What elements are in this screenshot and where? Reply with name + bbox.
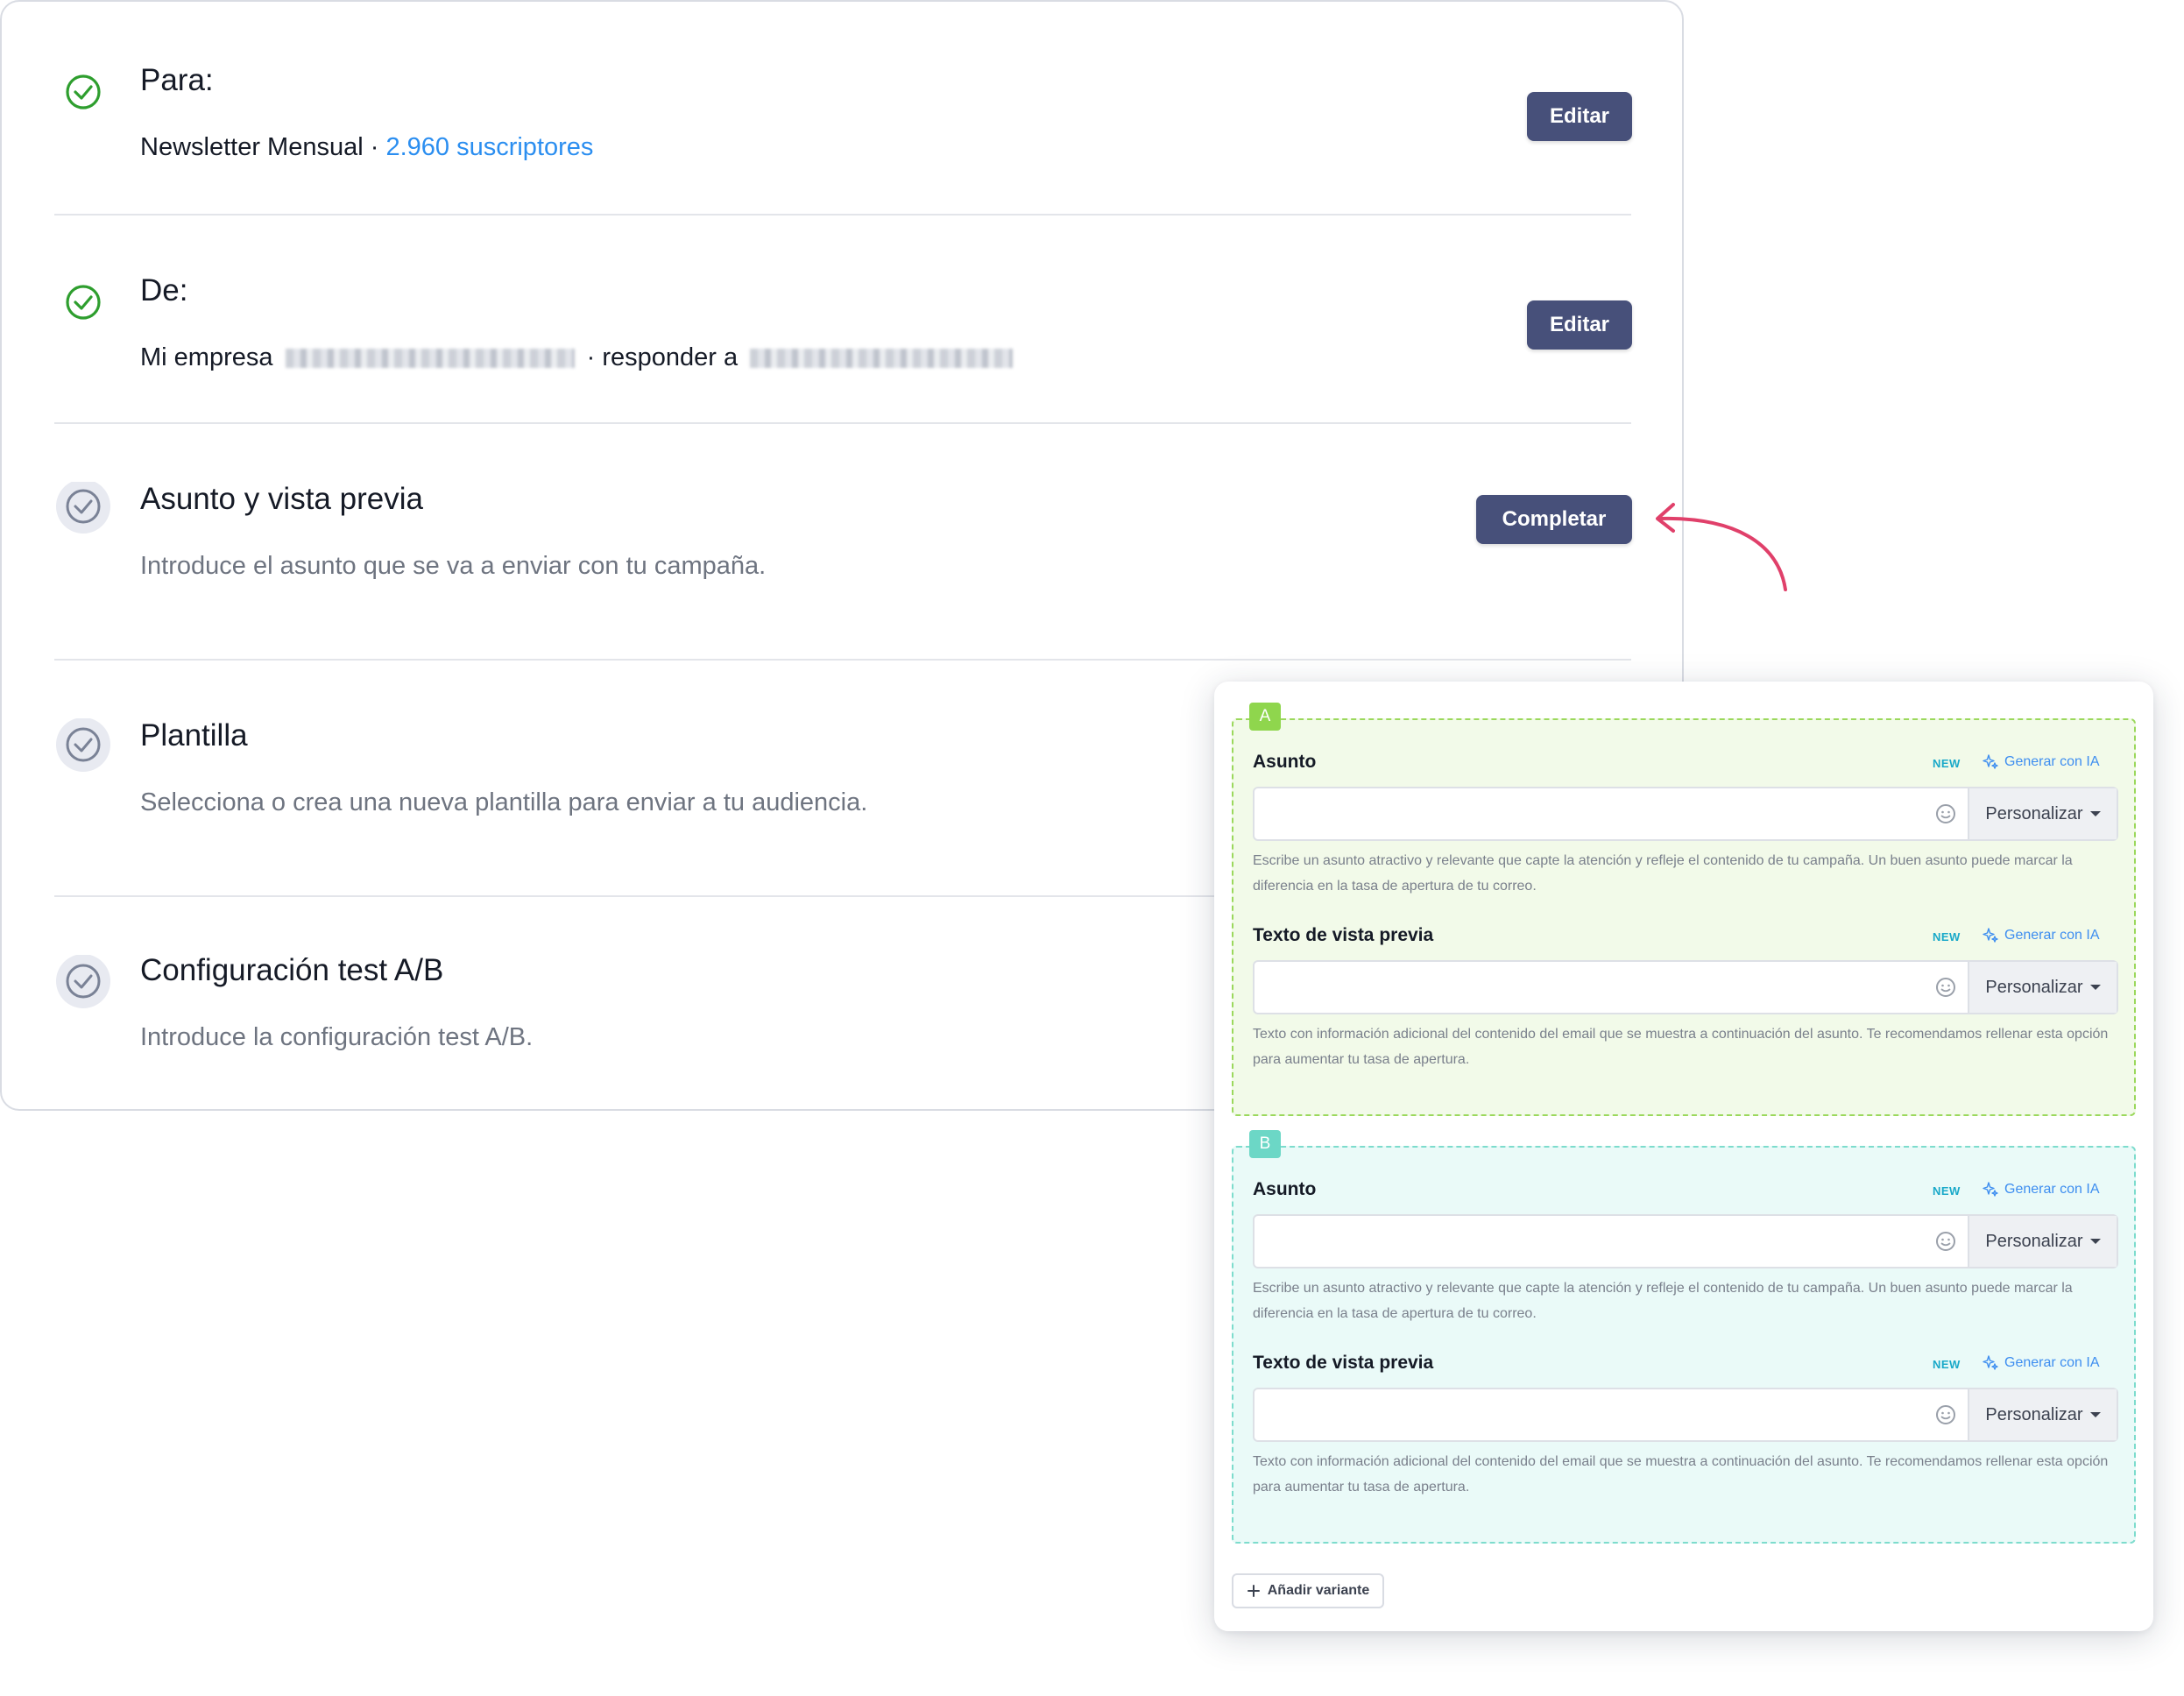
add-variant-button[interactable]: Añadir variante [1232,1573,1384,1608]
subject-label: Asunto [1253,752,1317,772]
sparkles-icon [1983,754,1998,769]
generate-ai-label: Generar con IA [2004,1355,2100,1370]
generate-ai-button[interactable]: Generar con IA [1982,927,2100,944]
generate-ai-label: Generar con IA [2004,1182,2100,1197]
emoji-icon[interactable] [1934,1230,1957,1253]
divider [54,659,1631,661]
personalize-label: Personalizar [1985,977,2083,997]
company-name: Mi empresa [140,343,273,371]
step-description: Mi empresa · responder a [140,343,1018,372]
plus-icon [1247,1585,1260,1597]
subject-input[interactable]: Personalizar [1253,787,2118,841]
variant-tag: B [1249,1130,1281,1158]
step-description: Newsletter Mensual · 2.960 suscriptores [140,133,593,162]
caret-down-icon [2089,985,2101,990]
subscribers-link[interactable]: 2.960 suscriptores [385,133,593,161]
new-badge: NEW [1933,930,1961,943]
personalize-label: Personalizar [1985,1404,2083,1424]
check-circle-icon [66,74,101,110]
preview-input[interactable]: Personalizar [1253,1388,2118,1442]
step-recipients: Para: Newsletter Mensual · 2.960 suscrip… [54,63,1631,193]
divider [54,422,1631,424]
emoji-icon[interactable] [1934,802,1957,825]
pending-check-icon [56,955,110,1008]
divider [54,214,1631,216]
generate-ai-button[interactable]: Generar con IA [1982,1354,2100,1372]
generate-ai-button[interactable]: Generar con IA [1982,1181,2100,1198]
step-title: Asunto y vista previa [140,482,423,516]
caret-down-icon [2089,1412,2101,1417]
generate-ai-button[interactable]: Generar con IA [1982,753,2100,771]
preview-label: Texto de vista previa [1253,1353,1434,1373]
sparkles-icon [1983,928,1998,943]
blurred-email [285,349,575,369]
preview-help-text: Texto con información adicional del cont… [1253,1027,2109,1067]
preview-input[interactable]: Personalizar [1253,960,2118,1014]
list-name: Newsletter Mensual [140,133,364,161]
step-title: De: [140,273,188,307]
separator: · [370,133,379,161]
ab-subject-panel: A Asunto NEW Generar con IA Personalizar… [1214,682,2153,1631]
generate-ai-label: Generar con IA [2004,754,2100,769]
variant-b: B Asunto NEW Generar con IA Personalizar… [1232,1130,2136,1544]
sparkles-icon [1983,1355,1998,1370]
edit-sender-button[interactable]: Editar [1527,300,1632,350]
reply-to-label: responder a [602,343,739,371]
pending-check-icon [56,718,110,772]
step-subject: Asunto y vista previa Introduce el asunt… [54,482,1631,604]
complete-subject-button[interactable]: Completar [1476,495,1632,544]
personalize-dropdown[interactable]: Personalizar [1968,1389,2117,1440]
new-badge: NEW [1933,1358,1961,1371]
personalize-label: Personalizar [1985,1231,2083,1251]
sparkles-icon [1983,1182,1998,1197]
caret-down-icon [2089,1239,2101,1244]
personalize-label: Personalizar [1985,803,2083,823]
variant-tag: A [1249,703,1281,731]
step-description: Selecciona o crea una nueva plantilla pa… [140,788,868,816]
subject-input[interactable]: Personalizar [1253,1214,2118,1268]
caret-down-icon [2089,811,2101,816]
step-title: Configuración test A/B [140,953,444,987]
pointer-arrow-icon [1656,503,1787,591]
add-variant-label: Añadir variante [1267,1583,1370,1598]
step-title: Plantilla [140,718,248,753]
blurred-reply-email [750,349,1014,369]
personalize-dropdown[interactable]: Personalizar [1968,788,2117,839]
variant-a: A Asunto NEW Generar con IA Personalizar… [1232,703,2136,1116]
step-description: Introduce el asunto que se va a enviar c… [140,552,767,580]
generate-ai-label: Generar con IA [2004,928,2100,943]
personalize-dropdown[interactable]: Personalizar [1968,1216,2117,1267]
edit-recipients-button[interactable]: Editar [1527,92,1632,141]
step-title: Para: [140,63,214,97]
step-sender: De: Mi empresa · responder a [54,273,1631,403]
preview-help-text: Texto con información adicional del cont… [1253,1454,2109,1495]
separator: · [586,343,596,371]
preview-label: Texto de vista previa [1253,925,1434,945]
subject-label: Asunto [1253,1179,1317,1199]
new-badge: NEW [1933,1184,1961,1198]
emoji-icon[interactable] [1934,1403,1957,1426]
subject-help-text: Escribe un asunto atractivo y relevante … [1253,853,2073,894]
emoji-icon[interactable] [1934,976,1957,999]
new-badge: NEW [1933,757,1961,770]
subject-help-text: Escribe un asunto atractivo y relevante … [1253,1281,2073,1321]
pending-check-icon [56,482,110,534]
personalize-dropdown[interactable]: Personalizar [1968,962,2117,1013]
step-description: Introduce la configuración test A/B. [140,1023,534,1051]
check-circle-icon [66,285,101,320]
